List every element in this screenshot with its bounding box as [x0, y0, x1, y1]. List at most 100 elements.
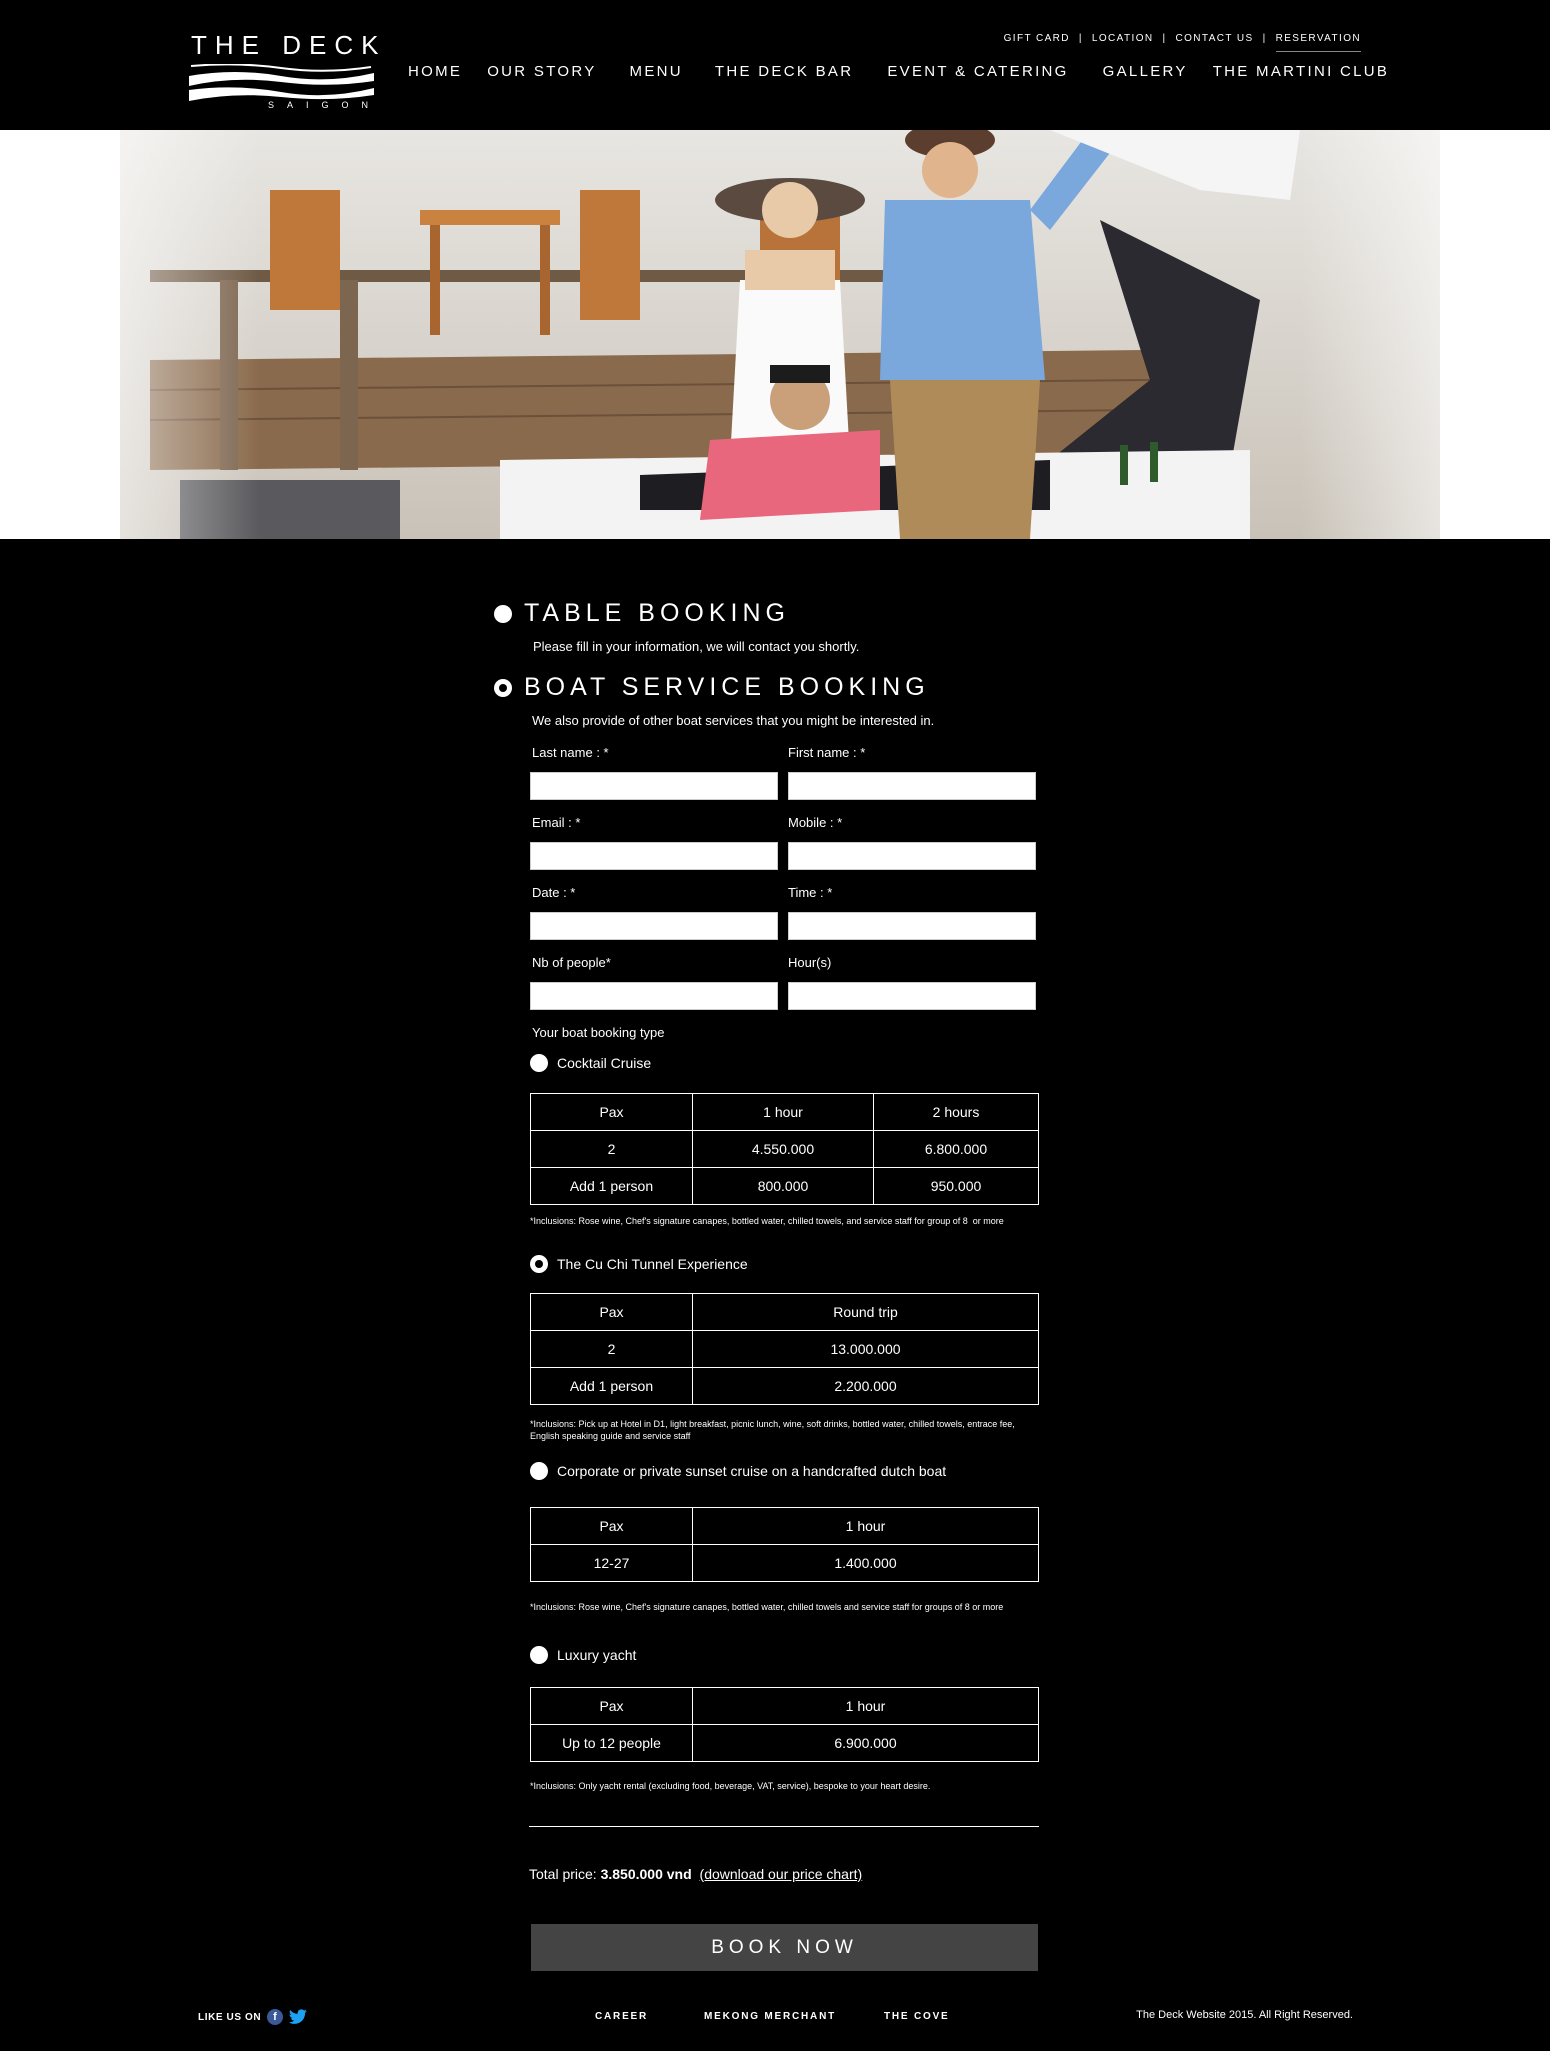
email-label: Email : * — [532, 815, 581, 830]
table-cell: 4.550.000 — [692, 1130, 874, 1168]
cocktail-price-table: Pax 1 hour 2 hours 2 4.550.000 6.800.000… — [530, 1093, 1039, 1205]
table-header-cell: 1 hour — [692, 1687, 1039, 1725]
boat-booking-subtitle: We also provide of other boat services t… — [532, 713, 935, 728]
table-cell: 2 — [530, 1130, 693, 1168]
table-header-cell: 1 hour — [692, 1093, 874, 1131]
table-header-cell: Pax — [530, 1507, 693, 1545]
table-row: Add 1 person 800.000 950.000 — [530, 1167, 1039, 1205]
luxury-yacht-label: Luxury yacht — [557, 1647, 637, 1663]
last-name-input[interactable] — [530, 772, 778, 800]
table-booking-radio[interactable] — [494, 604, 512, 623]
cocktail-cruise-radio[interactable] — [530, 1054, 548, 1072]
table-row: Pax 1 hour — [530, 1687, 1039, 1725]
footer-mekong-merchant-link[interactable]: MEKONG MERCHANT — [704, 2011, 836, 2022]
table-row: 12-27 1.400.000 — [530, 1544, 1039, 1582]
table-cell: 800.000 — [692, 1167, 874, 1205]
the-deck-logo[interactable]: THE DECK SAIGON — [189, 30, 378, 116]
table-cell: 12-27 — [530, 1544, 693, 1582]
nav-separator: | — [1162, 32, 1167, 44]
table-row: Add 1 person 2.200.000 — [530, 1367, 1039, 1405]
table-header-cell: Round trip — [692, 1293, 1039, 1331]
boat-booking-radio[interactable] — [494, 678, 512, 697]
nav-menu[interactable]: MENU — [630, 63, 683, 80]
table-cell: 13.000.000 — [692, 1330, 1039, 1368]
table-row: Pax 1 hour 2 hours — [530, 1093, 1039, 1131]
mobile-input[interactable] — [788, 842, 1036, 870]
table-cell: 2 — [530, 1330, 693, 1368]
table-header-cell: Pax — [530, 1687, 693, 1725]
nav-separator: | — [1078, 32, 1083, 44]
footer-career-link[interactable]: CAREER — [595, 2011, 648, 2022]
nav-gallery[interactable]: GALLERY — [1103, 63, 1188, 80]
table-row: 2 13.000.000 — [530, 1330, 1039, 1368]
hero-photo — [0, 130, 1550, 539]
sunset-inclusions-note: *Inclusions: Rose wine, Chef's signature… — [530, 1602, 1004, 1612]
time-input[interactable] — [788, 912, 1036, 940]
sunset-cruise-option[interactable]: Corporate or private sunset cruise on a … — [530, 1462, 946, 1480]
table-cell: 2.200.000 — [692, 1367, 1039, 1405]
time-label: Time : * — [788, 885, 833, 900]
table-header-cell: Pax — [530, 1293, 693, 1331]
reservation-link[interactable]: RESERVATION — [1275, 33, 1361, 52]
hero-banner-image — [0, 130, 1550, 539]
table-header-cell: 2 hours — [873, 1093, 1039, 1131]
cocktail-cruise-label: Cocktail Cruise — [557, 1055, 652, 1071]
booking-type-label: Your boat booking type — [532, 1025, 665, 1040]
main-nav: HOME OUR STORY MENU THE DECK BAR EVENT &… — [408, 63, 1389, 80]
table-cell: Up to 12 people — [530, 1724, 693, 1762]
luxury-yacht-radio[interactable] — [530, 1646, 548, 1664]
yacht-inclusions-note: *Inclusions: Only yacht rental (excludin… — [530, 1781, 931, 1791]
people-input[interactable] — [530, 982, 778, 1010]
twitter-icon[interactable] — [288, 2009, 308, 2025]
people-label: Nb of people* — [532, 955, 611, 970]
gift-card-link[interactable]: GIFT CARD — [1004, 33, 1070, 44]
location-link[interactable]: LOCATION — [1092, 33, 1154, 44]
site-header: THE DECK SAIGON GIFT CARD | LOCATION | C… — [0, 0, 1550, 130]
nav-our-story[interactable]: OUR STORY — [487, 63, 596, 80]
table-cell: Add 1 person — [530, 1167, 693, 1205]
logo-waves-icon — [189, 64, 374, 101]
cocktail-cruise-option[interactable]: Cocktail Cruise — [530, 1054, 651, 1072]
sunset-cruise-label: Corporate or private sunset cruise on a … — [557, 1463, 947, 1479]
footer-the-cove-link[interactable]: THE COVE — [884, 2011, 950, 2022]
nav-separator: | — [1262, 32, 1267, 44]
table-row: Up to 12 people 6.900.000 — [530, 1724, 1039, 1762]
download-price-chart-link[interactable]: (download our price chart) — [700, 1866, 863, 1882]
mobile-label: Mobile : * — [788, 815, 843, 830]
like-us-on: LIKE US ON f — [198, 2009, 308, 2025]
hours-label: Hour(s) — [788, 955, 832, 970]
table-row: Pax Round trip — [530, 1293, 1039, 1331]
logo-title: THE DECK — [191, 30, 387, 60]
nav-home[interactable]: HOME — [408, 63, 462, 80]
yacht-price-table: Pax 1 hour Up to 12 people 6.900.000 — [530, 1687, 1039, 1762]
table-cell: 6.900.000 — [692, 1724, 1039, 1762]
cu-chi-price-table: Pax Round trip 2 13.000.000 Add 1 person… — [530, 1293, 1039, 1405]
sunset-cruise-radio[interactable] — [530, 1462, 548, 1480]
cu-chi-option[interactable]: The Cu Chi Tunnel Experience — [530, 1255, 748, 1273]
boat-booking-title: BOAT SERVICE BOOKING — [524, 673, 930, 701]
nav-the-deck-bar[interactable]: THE DECK BAR — [715, 63, 853, 80]
cu-chi-radio[interactable] — [530, 1255, 548, 1273]
nav-the-martini-club[interactable]: THE MARTINI CLUB — [1213, 63, 1390, 80]
cu-chi-label: The Cu Chi Tunnel Experience — [557, 1256, 748, 1272]
table-row: 2 4.550.000 6.800.000 — [530, 1130, 1039, 1168]
table-header-cell: Pax — [530, 1093, 693, 1131]
email-input[interactable] — [530, 842, 778, 870]
book-now-button[interactable]: BOOK NOW — [531, 1924, 1038, 1971]
cocktail-inclusions-note: *Inclusions: Rose wine, Chef's signature… — [530, 1216, 1004, 1226]
date-input[interactable] — [530, 912, 778, 940]
facebook-icon[interactable]: f — [267, 2009, 284, 2025]
total-price: Total price: 3.850.000 vnd (download our… — [529, 1866, 862, 1882]
contact-us-link[interactable]: CONTACT US — [1176, 33, 1254, 44]
first-name-input[interactable] — [788, 772, 1036, 800]
form-divider — [529, 1826, 1039, 1827]
total-price-value: 3.850.000 vnd — [600, 1866, 692, 1882]
luxury-yacht-option[interactable]: Luxury yacht — [530, 1646, 636, 1664]
nav-event-catering[interactable]: EVENT & CATERING — [887, 63, 1068, 80]
last-name-label: Last name : * — [532, 745, 609, 760]
table-cell: 6.800.000 — [873, 1130, 1039, 1168]
table-booking-option[interactable]: TABLE BOOKING — [494, 599, 790, 628]
hours-input[interactable] — [788, 982, 1036, 1010]
boat-booking-option[interactable]: BOAT SERVICE BOOKING — [494, 673, 930, 702]
table-row: Pax 1 hour — [530, 1507, 1039, 1545]
